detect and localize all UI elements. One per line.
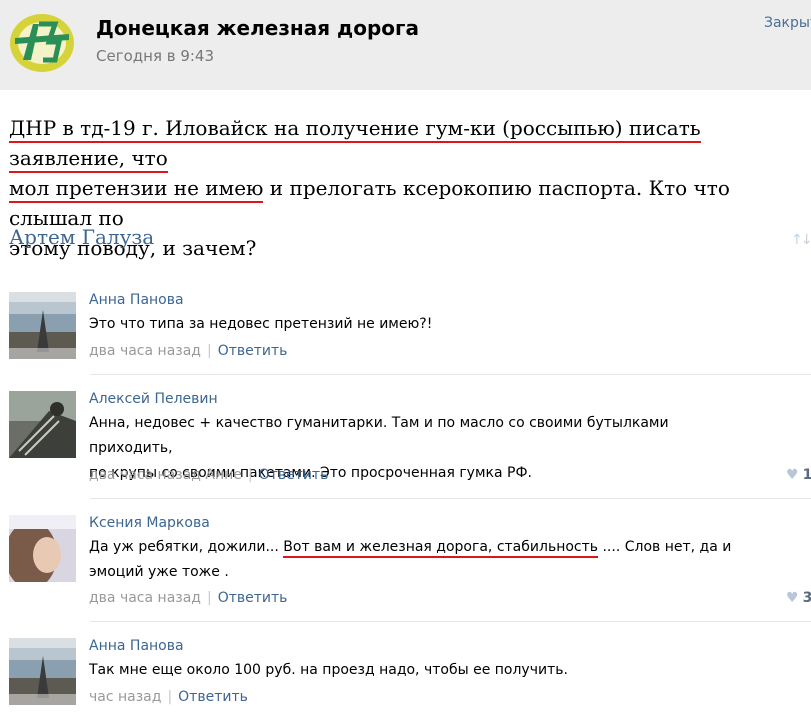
close-button[interactable]: Закрыть bbox=[764, 15, 811, 31]
meta-divider: | bbox=[206, 590, 212, 606]
post-text-highlight: мол претензии не имею bbox=[9, 176, 264, 203]
avatar[interactable] bbox=[9, 638, 76, 705]
post-header: Донецкая железная дорога Сегодня в 9:43 … bbox=[0, 0, 811, 90]
comment-divider bbox=[90, 374, 811, 375]
comment-author-link[interactable]: Анна Панова bbox=[89, 638, 184, 654]
like-button[interactable]: ♥ 3 bbox=[786, 590, 811, 606]
comment-text-part: .... Слов нет, да и bbox=[598, 539, 732, 555]
avatar[interactable] bbox=[9, 292, 76, 359]
reply-button[interactable]: Ответить bbox=[218, 343, 288, 359]
like-button[interactable]: ♥ 1 bbox=[786, 467, 811, 483]
comment-author-link[interactable]: Анна Панова bbox=[89, 292, 184, 308]
comment-divider bbox=[90, 621, 811, 622]
reply-button[interactable]: Ответить bbox=[259, 467, 329, 483]
comment-divider bbox=[90, 498, 811, 499]
avatar[interactable] bbox=[9, 391, 76, 458]
meta-divider: | bbox=[206, 343, 212, 359]
comment-author-link[interactable]: Алексей Пелевин bbox=[89, 391, 218, 407]
comment-meta: два часа назад Анне | Ответить bbox=[89, 467, 328, 483]
comment-text-part: Да уж ребятки, дожили... bbox=[89, 539, 284, 555]
comment-meta: два часа назад | Ответить bbox=[89, 590, 287, 606]
group-logo[interactable] bbox=[9, 10, 76, 73]
comment-text: Да уж ребятки, дожили... Вот вам и желез… bbox=[89, 535, 749, 585]
post-author-link[interactable]: Артем Галуза bbox=[9, 225, 154, 249]
comment-text-line: Анна, недовес + качество гуманитарки. Та… bbox=[89, 415, 669, 456]
comment-text: Это что типа за недовес претензий не име… bbox=[89, 316, 433, 332]
meta-divider: | bbox=[167, 689, 173, 705]
comment-time[interactable]: два часа назад Анне bbox=[89, 467, 242, 483]
meta-divider: | bbox=[247, 467, 253, 483]
group-name-link[interactable]: Донецкая железная дорога bbox=[96, 16, 419, 40]
comment-time[interactable]: час назад bbox=[89, 689, 161, 705]
heart-icon: ♥ bbox=[786, 590, 799, 606]
comment-meta: час назад | Ответить bbox=[89, 689, 248, 705]
sort-arrows-icon[interactable]: ↑↓ bbox=[791, 232, 811, 248]
reply-button[interactable]: Ответить bbox=[178, 689, 248, 705]
comment-text: Так мне еще около 100 руб. на проезд над… bbox=[89, 662, 568, 678]
comment-time[interactable]: два часа назад bbox=[89, 590, 201, 606]
comment-time[interactable]: два часа назад bbox=[89, 343, 201, 359]
comment-meta: два часа назад | Ответить bbox=[89, 343, 287, 359]
comment-text-highlight: Вот вам и железная дорога, стабильность bbox=[283, 539, 599, 558]
comment-text-line: эмоций уже тоже . bbox=[89, 564, 229, 580]
avatar[interactable] bbox=[9, 515, 76, 582]
post-time[interactable]: Сегодня в 9:43 bbox=[96, 47, 214, 65]
post-text-line-1: ДНР в тд-19 г. Иловайск на получение гум… bbox=[9, 116, 701, 173]
like-count: 3 bbox=[802, 590, 811, 606]
like-count: 1 bbox=[802, 467, 811, 483]
heart-icon: ♥ bbox=[786, 467, 799, 483]
comment-author-link[interactable]: Ксения Маркова bbox=[89, 515, 210, 531]
reply-button[interactable]: Ответить bbox=[218, 590, 288, 606]
